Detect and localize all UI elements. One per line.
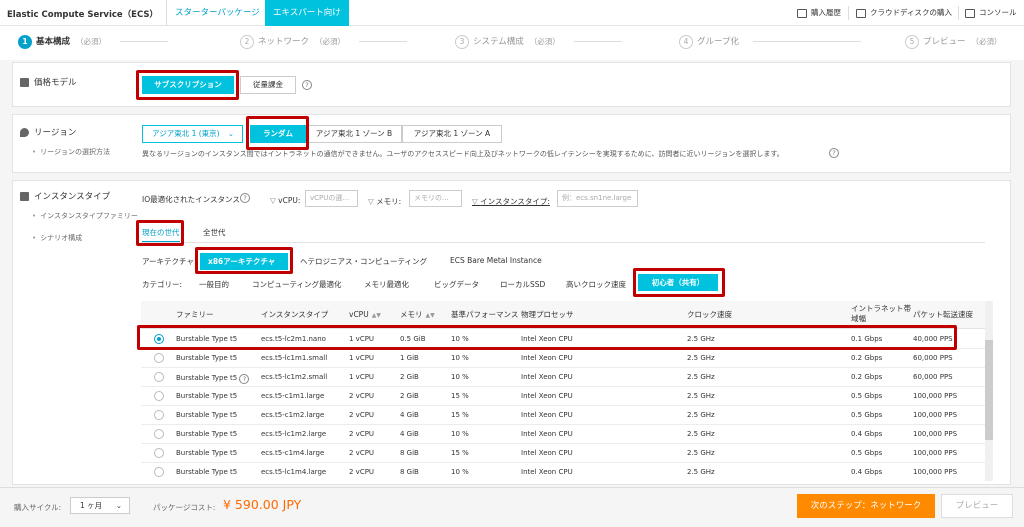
package-cost-value: ¥ 590.00 JPY bbox=[223, 497, 302, 512]
highlight-selected-row bbox=[137, 325, 957, 350]
chevron-down-icon: ⌄ bbox=[227, 129, 234, 138]
disk-icon bbox=[856, 8, 866, 18]
highlight-beginner bbox=[633, 268, 725, 297]
region-dropdown[interactable]: アジア東北 1 (東京) ⌄ bbox=[142, 125, 243, 143]
app-title: Elastic Compute Service（ECS） bbox=[7, 10, 159, 20]
region-help-link[interactable]: リージョンの選択方法 bbox=[32, 147, 110, 157]
row-radio[interactable] bbox=[154, 410, 164, 420]
table-row[interactable]: Burstable Type t5 ecs.t5-lc1m2.large 2 v… bbox=[141, 425, 985, 444]
cat-big-data[interactable]: ビッグデータ bbox=[434, 279, 479, 290]
cat-general-purpose[interactable]: 一般目的 bbox=[199, 279, 229, 290]
top-bar: Elastic Compute Service（ECS） スターターパッケージ … bbox=[0, 0, 1024, 26]
arch-heterogeneous-button[interactable]: ヘテロジニアス・コンピューティング bbox=[300, 256, 427, 267]
region-label: リージョン bbox=[20, 126, 76, 138]
table-row[interactable]: Burstable Type t5 ecs.t5-lc1m1.small 1 v… bbox=[141, 349, 985, 368]
buy-cloud-disk-link[interactable]: クラウドディスクの購入 bbox=[856, 7, 952, 18]
cart-icon bbox=[797, 8, 807, 18]
help-icon[interactable]: ? bbox=[829, 148, 839, 158]
memory-filter-label: ▽ メモリ: bbox=[368, 197, 402, 206]
zone-b-button[interactable]: アジア東北 1 ゾーン B bbox=[306, 125, 402, 143]
instance-type-filter-label: ▽ インスタンスタイプ: bbox=[472, 197, 550, 206]
chevron-down-icon: ⌄ bbox=[115, 501, 122, 510]
instance-type-label: インスタンスタイプ bbox=[20, 190, 110, 202]
console-link[interactable]: コンソール bbox=[965, 7, 1017, 18]
tab-all-generations[interactable]: 全世代 bbox=[203, 227, 226, 238]
highlight-current-generation bbox=[136, 220, 184, 246]
region-panel bbox=[12, 114, 1011, 173]
cat-compute-optimized[interactable]: コンピューティング最適化 bbox=[252, 279, 342, 290]
filter-icon: ▽ bbox=[368, 197, 377, 206]
io-optimized-label: IO最適化されたインスタンス bbox=[142, 195, 240, 204]
table-scrollbar-thumb[interactable] bbox=[985, 340, 993, 440]
arch-bare-metal-button[interactable]: ECS Bare Metal Instance bbox=[450, 256, 542, 265]
vcpu-filter-label: ▽ vCPU: bbox=[270, 196, 301, 205]
step-indicator: 1 基本構成 （必須） 2 ネットワーク （必須） 3 システム構成 （必須） 4 グループ化… bbox=[0, 26, 1024, 60]
row-radio[interactable] bbox=[154, 448, 164, 458]
highlight-random-zone bbox=[246, 116, 309, 150]
pay-as-you-go-button[interactable]: 従量課金 bbox=[240, 76, 296, 94]
row-radio[interactable] bbox=[154, 391, 164, 401]
cat-high-clock-speed[interactable]: 高いクロック速度 bbox=[566, 279, 626, 290]
architecture-label: アーキテクチャ: bbox=[142, 257, 197, 266]
step-5[interactable]: 5 プレビュー （必須） bbox=[905, 35, 1002, 49]
step-2[interactable]: 2 ネットワーク （必須） bbox=[240, 35, 408, 49]
sort-icon: ▲▼ bbox=[425, 312, 435, 319]
purchase-history-link[interactable]: 購入履歴 bbox=[797, 7, 841, 18]
filter-icon: ▽ bbox=[270, 196, 279, 205]
zone-a-button[interactable]: アジア東北 1 ゾーン A bbox=[402, 125, 502, 143]
pricing-label: 価格モデル bbox=[20, 76, 77, 88]
help-icon[interactable]: ? bbox=[240, 193, 250, 203]
location-pin-icon bbox=[20, 128, 29, 137]
table-row[interactable]: Burstable Type t5 ecs.t5-c1m2.large 2 vC… bbox=[141, 406, 985, 425]
category-label: カテゴリー: bbox=[142, 280, 183, 289]
sort-icon: ▲▼ bbox=[371, 312, 381, 319]
step-3[interactable]: 3 システム構成 （必須） bbox=[455, 35, 622, 49]
console-icon bbox=[965, 8, 975, 18]
next-step-button[interactable]: 次のステップ：ネットワーク bbox=[797, 494, 935, 518]
purchase-cycle-select[interactable]: 1 ヶ月 ⌄ bbox=[70, 497, 130, 514]
cat-memory-optimized[interactable]: メモリ最適化 bbox=[364, 279, 409, 290]
tab-expert[interactable]: エキスパート向け bbox=[265, 0, 349, 26]
purchase-cycle-label: 購入サイクル: bbox=[14, 503, 62, 512]
step-1[interactable]: 1 基本構成 （必須） bbox=[18, 35, 169, 49]
cat-local-ssd[interactable]: ローカルSSD bbox=[500, 279, 545, 290]
instance-family-link[interactable]: インスタンスタイプファミリー bbox=[32, 211, 138, 221]
instance-type-search-input[interactable]: 例：ecs.sn1ne.large bbox=[557, 190, 638, 207]
server-icon bbox=[20, 192, 29, 201]
row-radio[interactable] bbox=[154, 429, 164, 439]
preview-button[interactable]: プレビュー bbox=[941, 494, 1013, 518]
table-row[interactable]: Burstable Type t5 ecs.t5-lc1m4.large 2 v… bbox=[141, 463, 985, 481]
price-tag-icon bbox=[20, 78, 29, 87]
region-note: 異なるリージョンのインスタンス間ではイントラネットの通信ができません。ユーザのア… bbox=[142, 150, 784, 158]
help-icon[interactable]: ? bbox=[239, 374, 250, 384]
package-cost-label: パッケージコスト: bbox=[153, 503, 216, 512]
table-row[interactable]: Burstable Type t5 ? ecs.t5-lc1m2.small 1… bbox=[141, 368, 985, 387]
row-radio[interactable] bbox=[154, 372, 164, 382]
memory-select[interactable]: メモリの... bbox=[409, 190, 462, 207]
tab-starter-package[interactable]: スターターパッケージ bbox=[166, 0, 268, 26]
filter-icon: ▽ bbox=[472, 197, 481, 206]
scenario-config-link[interactable]: シナリオ構成 bbox=[32, 233, 82, 243]
step-4[interactable]: 4 グループ化 bbox=[679, 35, 861, 49]
row-radio[interactable] bbox=[154, 467, 164, 477]
vcpu-select[interactable]: vCPUの選... bbox=[305, 190, 358, 207]
row-radio[interactable] bbox=[154, 353, 164, 363]
highlight-x86 bbox=[195, 247, 293, 274]
help-icon[interactable]: ? bbox=[302, 80, 312, 90]
table-row[interactable]: Burstable Type t5 ecs.t5-c1m4.large 2 vC… bbox=[141, 444, 985, 463]
highlight-subscription bbox=[136, 70, 239, 100]
table-row[interactable]: Burstable Type t5 ecs.t5-c1m1.large 2 vC… bbox=[141, 387, 985, 406]
